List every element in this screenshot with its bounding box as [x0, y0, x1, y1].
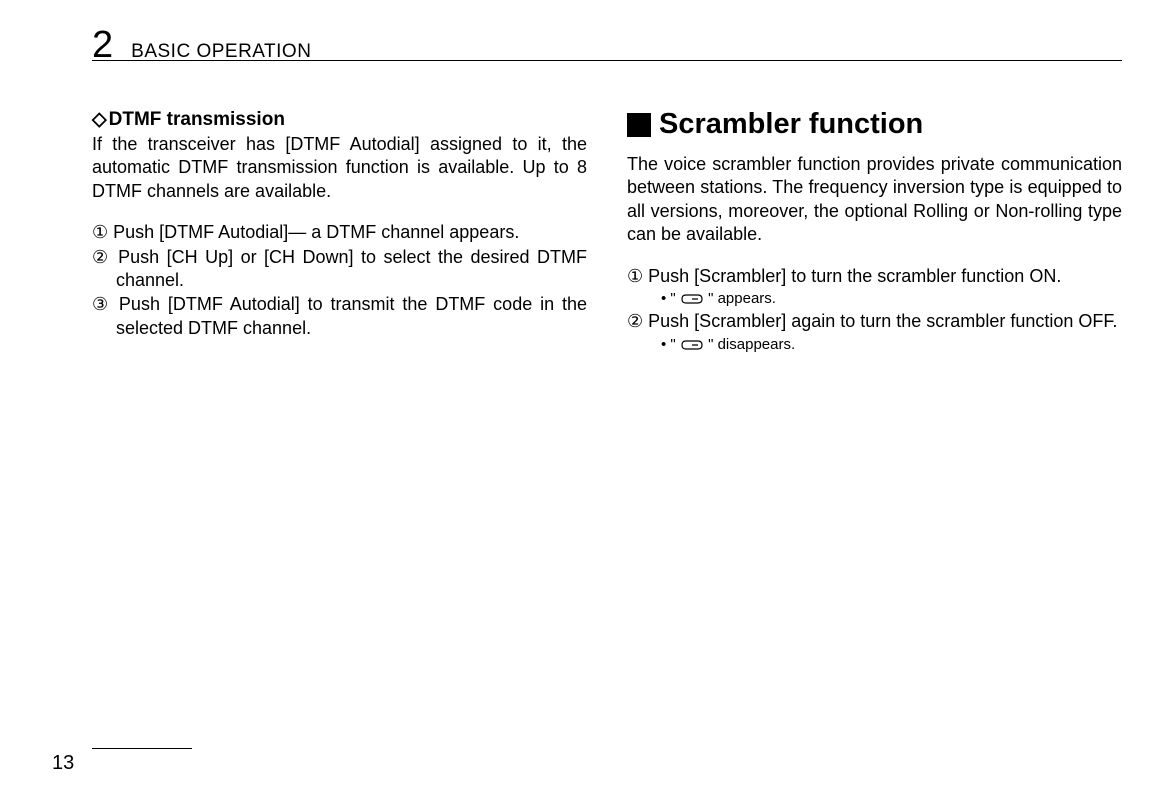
- scrambler-icon: [680, 294, 704, 304]
- step-marker: ①: [627, 266, 643, 286]
- diamond-icon: ◇: [92, 108, 107, 131]
- step-marker: ②: [627, 311, 643, 331]
- page-number: 13: [52, 752, 74, 775]
- left-column: ◇DTMF transmission If the transceiver ha…: [92, 108, 587, 356]
- dtmf-intro: If the transceiver has [DTMF Autodial] a…: [92, 133, 587, 203]
- dtmf-step-3: ③ Push [DTMF Autodial] to transmit the D…: [92, 293, 587, 340]
- scrambler-intro: The voice scrambler function provides pr…: [627, 153, 1122, 247]
- dtmf-title-text: DTMF transmission: [109, 109, 285, 130]
- step-text: Push [DTMF Autodial]— a DTMF channel app…: [113, 222, 519, 242]
- scrambler-step-2: ② Push [Scrambler] again to turn the scr…: [627, 310, 1122, 333]
- content-area: ◇DTMF transmission If the transceiver ha…: [92, 108, 1122, 356]
- step-text: Push [Scrambler] to turn the scrambler f…: [648, 266, 1061, 286]
- scrambler-icon: [680, 340, 704, 350]
- note-suffix: " disappears.: [704, 336, 795, 353]
- scrambler-step-1: ① Push [Scrambler] to turn the scrambler…: [627, 265, 1122, 288]
- dtmf-step-1: ① Push [DTMF Autodial]— a DTMF channel a…: [92, 221, 587, 244]
- right-column: Scrambler function The voice scrambler f…: [627, 108, 1122, 356]
- footer-line: [92, 748, 192, 749]
- header-divider: [92, 60, 1122, 61]
- step-marker: ①: [92, 222, 108, 242]
- note-prefix: • ": [661, 336, 680, 353]
- scrambler-heading-text: Scrambler function: [659, 108, 923, 141]
- dtmf-step-2: ② Push [CH Up] or [CH Down] to select th…: [92, 246, 587, 293]
- scrambler-note-1: • " " appears.: [627, 289, 1122, 309]
- step-text: Push [Scrambler] again to turn the scram…: [648, 311, 1117, 331]
- note-suffix: " appears.: [704, 290, 776, 307]
- step-text: Push [DTMF Autodial] to transmit the DTM…: [116, 294, 587, 337]
- scrambler-note-2: • " " disappears.: [627, 335, 1122, 355]
- step-marker: ②: [92, 247, 111, 267]
- scrambler-heading: Scrambler function: [627, 108, 1122, 141]
- square-icon: [627, 113, 651, 137]
- step-text: Push [CH Up] or [CH Down] to select the …: [116, 247, 587, 290]
- note-prefix: • ": [661, 290, 680, 307]
- step-marker: ③: [92, 294, 111, 314]
- dtmf-section-title: ◇DTMF transmission: [92, 108, 587, 131]
